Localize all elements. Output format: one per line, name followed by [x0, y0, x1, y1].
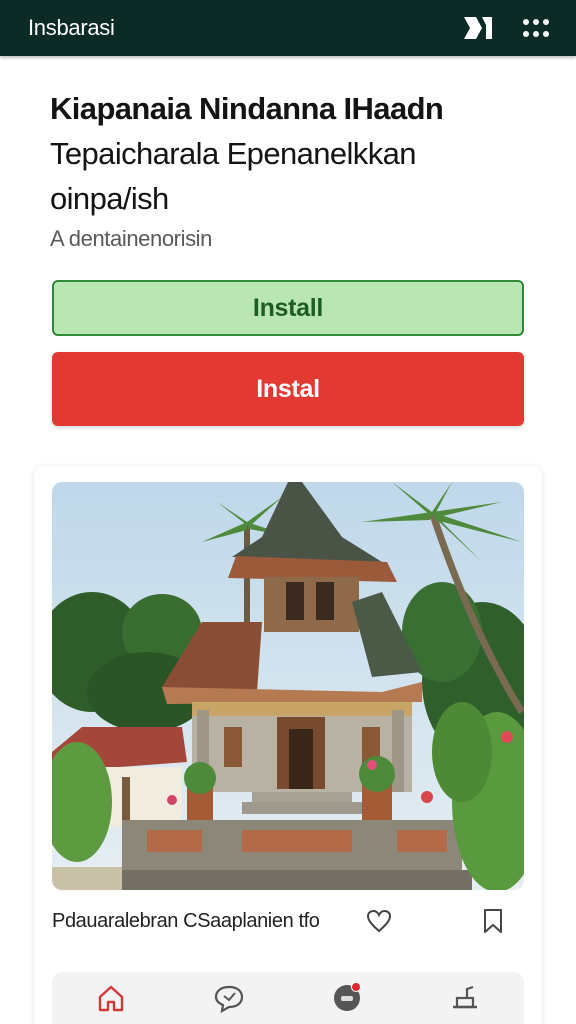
balinese-temple-photo[interactable]: [52, 482, 524, 890]
heart-icon[interactable]: [364, 906, 394, 936]
grid-dots-icon[interactable]: [518, 10, 554, 46]
app-bar-actions: [460, 10, 554, 46]
post-card: Pdauaralebran CSaaplanien tfo: [34, 466, 542, 1024]
home-icon[interactable]: [91, 978, 131, 1018]
logo-mark-icon[interactable]: [460, 10, 496, 46]
temple-illustration: [52, 482, 524, 890]
bottom-navigation: [52, 972, 524, 1024]
instal-button[interactable]: Instal: [52, 352, 524, 426]
headline-line-2: Tepaicharala Epenanelkkan: [50, 136, 416, 171]
article-subhead: A dentainenorisin: [50, 226, 212, 251]
bookmark-icon[interactable]: [478, 906, 508, 936]
notification-badge: [351, 982, 361, 992]
post-caption: Pdauaralebran CSaaplanien tfo: [52, 910, 320, 932]
install-button[interactable]: Install: [52, 280, 524, 336]
headline-line-1: Kiapanaia Nindanna IHaadn: [50, 91, 444, 126]
app-bar: Insbarasi: [0, 0, 576, 56]
chat-icon[interactable]: [209, 978, 249, 1018]
app-title: Insbarasi: [28, 15, 115, 40]
article-headline: Kiapanaia Nindanna IHaadn Tepaicharala E…: [50, 86, 530, 221]
notifications-icon[interactable]: [327, 978, 367, 1018]
headline-line-3: oinpa/ish: [50, 181, 169, 216]
settings-icon[interactable]: [445, 978, 485, 1018]
